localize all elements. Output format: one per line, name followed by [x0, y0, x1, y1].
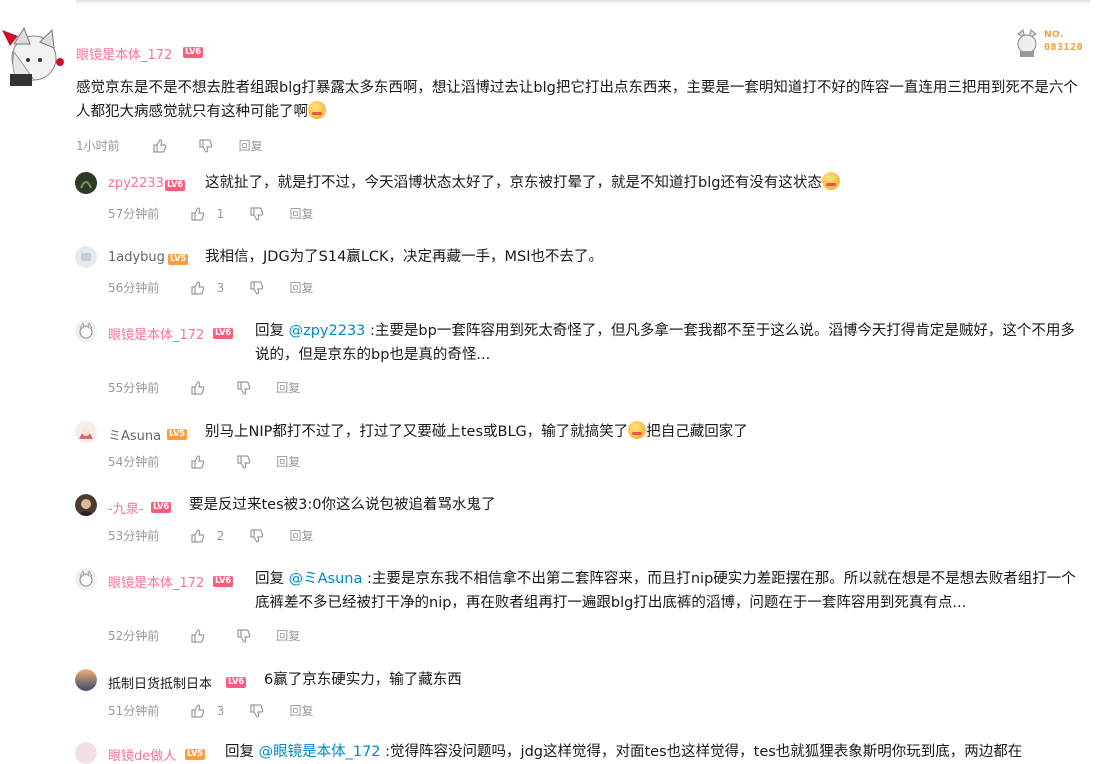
reply-button[interactable]: 回复 — [276, 380, 300, 396]
reply-meta: 51分钟前 3 回复 — [108, 702, 314, 718]
reply-text: 6赢了京东硬实力，输了藏东西 — [264, 672, 462, 688]
reply-username[interactable]: 1adybug — [108, 250, 165, 265]
reply-text: 回复 @眼镜是本体_172 :觉得阵容没问题吗，jdg这样觉得，对面tes也这样… — [225, 744, 1023, 760]
reply-username[interactable]: ミAsuna — [108, 425, 161, 444]
reply-button[interactable]: 回复 — [290, 703, 314, 719]
like-icon[interactable] — [153, 138, 167, 153]
like-icon[interactable] — [191, 703, 205, 718]
reply-text: 回复 @zpy2233 :主要是bp一套阵容用到死太奇怪了，但凡多拿一套我都不至… — [255, 323, 1075, 363]
reply-time: 54分钟前 — [108, 454, 160, 469]
reply-time: 55分钟前 — [108, 380, 160, 395]
like-icon[interactable] — [191, 454, 205, 469]
main-reply-button[interactable]: 回复 — [239, 138, 263, 154]
reply-time: 51分钟前 — [108, 703, 160, 718]
dislike-icon[interactable] — [250, 280, 264, 295]
main-comment-text: 感觉京东是不是不想去胜者组跟blg打暴露太多东西啊，想让滔博过去让blg把它打出… — [76, 80, 1078, 120]
reply-button[interactable]: 回复 — [290, 528, 314, 544]
reply-avatar[interactable] — [75, 494, 97, 516]
mention-link[interactable]: @ミAsuna — [289, 571, 363, 587]
reply-meta: 54分钟前 回复 — [108, 453, 300, 469]
reply-avatar[interactable] — [75, 172, 97, 194]
reply-level-badge: LV5 — [168, 254, 188, 265]
reply-text: 我相信，JDG为了S14赢LCK，决定再藏一手，MSI也不去了。 — [205, 249, 604, 265]
reply-meta: 52分钟前 回复 — [108, 627, 300, 643]
reply-level-badge: LV6 — [213, 328, 233, 339]
reply-username[interactable]: -九泉- — [108, 498, 143, 517]
reply-avatar[interactable] — [75, 421, 97, 443]
reply-time: 53分钟前 — [108, 528, 160, 543]
reply-time: 56分钟前 — [108, 280, 160, 295]
like-icon[interactable] — [191, 380, 205, 395]
mention-link[interactable]: @zpy2233 — [289, 323, 366, 339]
dislike-icon[interactable] — [250, 206, 264, 221]
reply-level-badge: LV6 — [151, 502, 171, 513]
dislike-icon[interactable] — [236, 380, 251, 395]
emoji-icon — [308, 101, 326, 119]
like-count: 2 — [216, 528, 225, 543]
like-count: 3 — [216, 280, 225, 295]
main-username[interactable]: 眼镜是本体_172 — [76, 44, 172, 63]
reply-meta: 57分钟前 1 回复 — [108, 205, 314, 221]
badge-number: 083120 — [1044, 42, 1084, 53]
like-icon[interactable] — [191, 280, 205, 295]
emoji-icon — [821, 172, 840, 190]
reply-level-badge: LV5 — [185, 749, 205, 760]
reply-username[interactable]: zpy2233 — [108, 176, 164, 191]
dislike-icon[interactable] — [250, 703, 264, 718]
dislike-icon[interactable] — [199, 138, 213, 153]
reply-avatar[interactable] — [75, 246, 97, 268]
main-level-badge: LV6 — [183, 47, 203, 58]
reply-text: 回复 @ミAsuna :主要是京东我不相信拿不出第二套阵容来，而且打nip硬实力… — [255, 571, 1076, 611]
reply-avatar[interactable] — [75, 320, 97, 342]
reply-level-badge: LV6 — [165, 180, 185, 191]
main-avatar[interactable] — [0, 22, 70, 88]
like-count: 1 — [216, 206, 225, 221]
reply-username[interactable]: 眼镜是本体_172 — [108, 572, 204, 591]
fan-badge-icon — [1017, 29, 1037, 57]
top-shadow — [76, 2, 1090, 6]
reply-level-badge: LV6 — [213, 576, 233, 587]
like-icon[interactable] — [191, 628, 205, 643]
reply-meta: 56分钟前 3 回复 — [108, 279, 314, 295]
reply-time: 52分钟前 — [108, 628, 160, 643]
reply-time: 57分钟前 — [108, 206, 160, 221]
reply-text: 要是反过来tes被3:0你这么说包被追着骂水鬼了 — [189, 497, 496, 513]
emoji-icon — [628, 421, 647, 439]
reply-meta: 53分钟前 2 回复 — [108, 527, 314, 543]
reply-avatar[interactable] — [75, 568, 97, 590]
badge-label: NO. — [1044, 30, 1064, 40]
reply-level-badge: LV6 — [226, 677, 246, 688]
reply-avatar[interactable] — [75, 669, 97, 691]
reply-button[interactable]: 回复 — [276, 628, 300, 644]
reply-username[interactable]: 眼镜是本体_172 — [108, 324, 204, 343]
dislike-icon[interactable] — [236, 454, 251, 469]
reply-button[interactable]: 回复 — [290, 206, 314, 222]
reply-username[interactable]: 眼镜de做人 — [108, 745, 176, 764]
reply-button[interactable]: 回复 — [276, 454, 300, 470]
dislike-icon[interactable] — [250, 528, 264, 543]
main-time: 1小时前 — [76, 138, 120, 153]
like-count: 3 — [216, 703, 225, 718]
like-icon[interactable] — [191, 528, 205, 543]
reply-button[interactable]: 回复 — [290, 280, 314, 296]
fan-badge: NO. 083120 — [1014, 28, 1086, 58]
like-icon[interactable] — [191, 206, 205, 221]
reply-meta: 55分钟前 回复 — [108, 379, 300, 395]
reply-level-badge: LV5 — [167, 429, 187, 440]
main-meta: 1小时前 回复 — [76, 137, 263, 153]
reply-text: 这就扯了，就是打不过，今天滔博状态太好了，京东被打晕了，就是不知道打blg还有没… — [205, 171, 1095, 195]
dislike-icon[interactable] — [236, 628, 251, 643]
reply-avatar[interactable] — [75, 742, 97, 764]
reply-username[interactable]: 抵制日货抵制日本 — [108, 673, 212, 692]
mention-link[interactable]: @眼镜是本体_172 — [259, 744, 381, 760]
reply-text: 别马上NIP都打不过了，打过了又要碰上tes或BLG，输了就搞笑了 把自己藏回家了 — [205, 420, 1095, 444]
